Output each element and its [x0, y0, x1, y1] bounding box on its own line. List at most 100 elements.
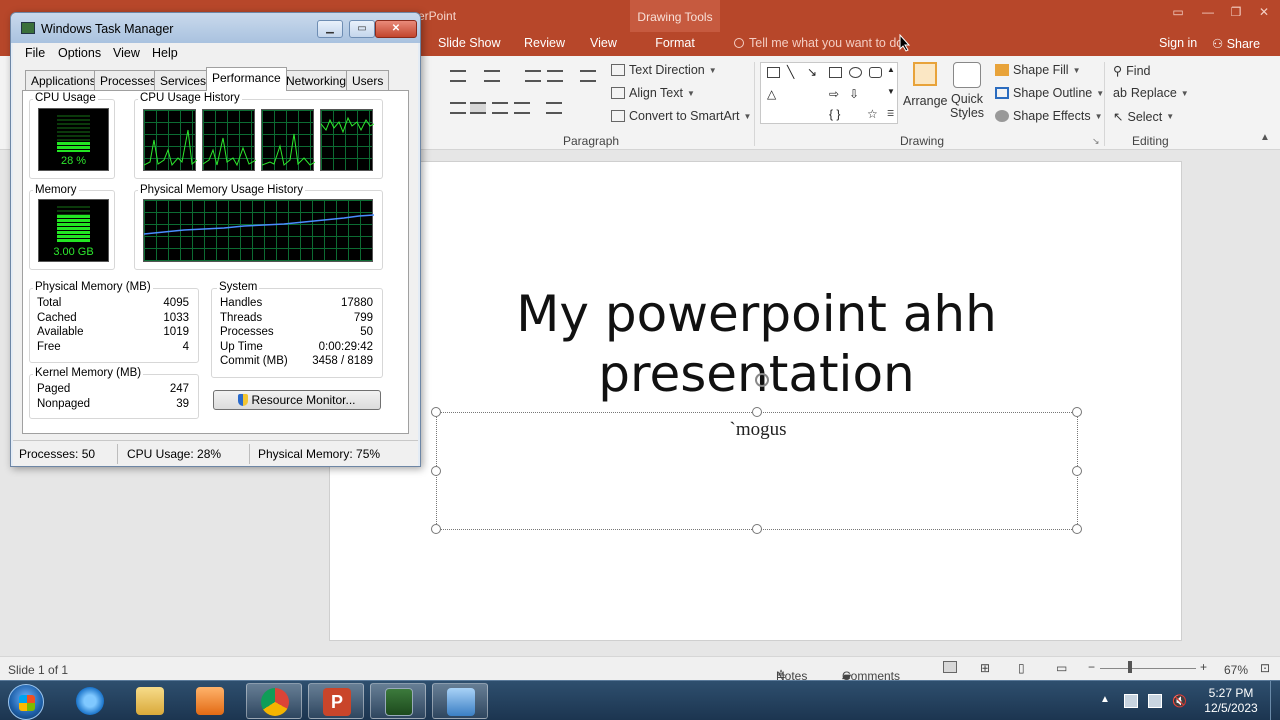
resource-monitor-button[interactable]: Resource Monitor... [213, 390, 381, 410]
gallery-scroll-down-icon[interactable]: ▼ [887, 87, 895, 96]
convert-smartart-button[interactable]: Convert to SmartArt ▼ [611, 109, 751, 123]
zoom-slider-thumb[interactable] [1128, 661, 1132, 673]
menu-file[interactable]: File [25, 46, 45, 60]
tell-me-search[interactable]: Tell me what you want to do [734, 36, 903, 50]
tab-view[interactable]: View [590, 36, 617, 50]
network-icon[interactable] [1148, 694, 1162, 708]
normal-view-icon[interactable] [943, 661, 957, 673]
resize-handle-sw[interactable] [431, 524, 441, 534]
menu-help[interactable]: Help [152, 46, 178, 60]
decrease-indent-icon[interactable] [525, 70, 541, 82]
right-arrow-shape-icon[interactable]: ⇨ [829, 87, 839, 101]
resize-handle-s[interactable] [752, 524, 762, 534]
bullets-icon[interactable] [450, 70, 466, 82]
arrange-button[interactable]: Arrange [903, 62, 947, 108]
align-text-button[interactable]: Align Text ▼ [611, 86, 695, 100]
show-desktop-button[interactable] [1270, 681, 1280, 720]
shapes-gallery[interactable]: ╲ ↘ △ ⇨ ⇩ { } ☆ ▲ ▼ ☰ [760, 62, 898, 124]
taskbar-file-explorer[interactable] [122, 683, 178, 719]
sign-in-link[interactable]: Sign in [1159, 36, 1197, 50]
ribbon-display-options-icon[interactable]: ▭ [1164, 4, 1192, 20]
slide-sorter-icon[interactable]: ⊞ [980, 661, 990, 675]
text-direction-button[interactable]: Text Direction ▼ [611, 63, 717, 77]
oval-shape-icon[interactable] [849, 67, 862, 78]
gallery-more-icon[interactable]: ☰ [887, 109, 894, 118]
rotate-handle-icon[interactable] [755, 373, 769, 387]
dialog-launcher-icon[interactable]: ↘ [1092, 136, 1100, 147]
gallery-scroll-up-icon[interactable]: ▲ [887, 65, 895, 74]
zoom-in-icon[interactable]: + [1200, 660, 1207, 674]
slide-title[interactable]: My powerpoint ahh presentation [330, 284, 1183, 404]
rounded-rectangle-shape-icon[interactable] [869, 67, 882, 78]
action-center-flag-icon[interactable] [1124, 694, 1138, 708]
slide-canvas[interactable]: My powerpoint ahh presentation `mogus [329, 161, 1182, 641]
find-button[interactable]: ⚲ Find [1113, 63, 1150, 79]
resize-handle-se[interactable] [1072, 524, 1082, 534]
reading-view-icon[interactable]: ▯ [1018, 661, 1025, 675]
increase-indent-icon[interactable] [547, 70, 563, 82]
zoom-out-icon[interactable]: − [1088, 660, 1095, 674]
numbering-icon[interactable] [484, 70, 500, 82]
tm-close-button[interactable]: ✕ [375, 20, 417, 38]
brace-shape-icon[interactable]: { } [829, 107, 840, 121]
down-arrow-shape-icon[interactable]: ⇩ [849, 87, 859, 101]
taskbar-internet-explorer[interactable] [62, 683, 118, 719]
replace-button[interactable]: ab Replace ▼ [1113, 86, 1189, 100]
tm-maximize-button[interactable]: ▭ [349, 20, 375, 38]
tab-processes[interactable]: Processes [94, 70, 163, 90]
taskbar-powerpoint[interactable]: P [308, 683, 364, 719]
shape-effects-button[interactable]: Shape Effects ▼ [995, 109, 1103, 123]
zoom-slider[interactable] [1100, 668, 1196, 669]
subtitle-placeholder[interactable]: `mogus [431, 373, 1082, 534]
taskbar-app-window[interactable] [432, 683, 488, 719]
align-right-icon[interactable] [492, 102, 508, 114]
resize-handle-ne[interactable] [1072, 407, 1082, 417]
tab-review[interactable]: Review [524, 36, 565, 50]
tab-applications[interactable]: Applications [25, 70, 102, 90]
taskbar-task-manager[interactable] [370, 683, 426, 719]
slideshow-view-icon[interactable]: ▭ [1056, 661, 1067, 675]
triangle-shape-icon[interactable]: △ [767, 87, 776, 101]
minimize-icon[interactable]: — [1194, 4, 1222, 20]
zoom-level[interactable]: 67% [1224, 663, 1248, 677]
rectangle-shape-icon[interactable] [829, 67, 842, 78]
arrow-shape-icon[interactable]: ↘ [807, 65, 817, 79]
shape-fill-button[interactable]: Shape Fill ▼ [995, 63, 1081, 77]
justify-icon[interactable] [514, 102, 530, 114]
line-spacing-icon[interactable] [580, 70, 596, 82]
line-shape-icon[interactable]: ╲ [787, 65, 794, 79]
align-left-icon[interactable] [450, 102, 466, 114]
tab-users[interactable]: Users [346, 70, 390, 90]
quick-styles-button[interactable]: Quick Styles [950, 62, 984, 120]
menu-options[interactable]: Options [58, 46, 101, 60]
fit-to-window-icon[interactable]: ⊡ [1260, 661, 1270, 675]
subtitle-text[interactable]: `mogus [437, 419, 1079, 441]
share-button[interactable]: ⚇ Share [1212, 36, 1260, 51]
collapse-ribbon-icon[interactable]: ▲ [1260, 132, 1270, 143]
shape-outline-button[interactable]: Shape Outline ▼ [995, 86, 1104, 100]
tab-services[interactable]: Services [154, 70, 213, 90]
columns-icon[interactable] [546, 102, 562, 114]
resize-handle-nw[interactable] [431, 407, 441, 417]
menu-view[interactable]: View [113, 46, 140, 60]
taskbar-chrome[interactable] [246, 683, 302, 719]
taskbar-media-player[interactable] [182, 683, 238, 719]
align-center-icon[interactable] [470, 102, 486, 114]
textbox-shape-icon[interactable] [767, 67, 780, 78]
tm-titlebar[interactable]: Windows Task Manager ▁ ▭ ✕ [11, 13, 420, 43]
resize-handle-e[interactable] [1072, 466, 1082, 476]
tab-networking[interactable]: Networking [280, 70, 353, 90]
tab-format[interactable]: Format [644, 36, 706, 50]
select-button[interactable]: ↖ Select ▼ [1113, 109, 1174, 125]
tab-slide-show[interactable]: Slide Show [438, 36, 501, 50]
system-clock[interactable]: 5:27 PM 12/5/2023 [1196, 686, 1266, 716]
show-hidden-icons-icon[interactable]: ▲ [1100, 694, 1114, 708]
tab-performance[interactable]: Performance [206, 67, 287, 91]
restore-icon[interactable]: ❐ [1222, 4, 1250, 20]
start-button[interactable] [8, 684, 44, 720]
close-icon[interactable]: ✕ [1250, 4, 1278, 20]
resize-handle-n[interactable] [752, 407, 762, 417]
resize-handle-w[interactable] [431, 466, 441, 476]
volume-muted-icon[interactable]: 🔇 [1172, 694, 1187, 708]
tm-minimize-button[interactable]: ▁ [317, 20, 343, 38]
